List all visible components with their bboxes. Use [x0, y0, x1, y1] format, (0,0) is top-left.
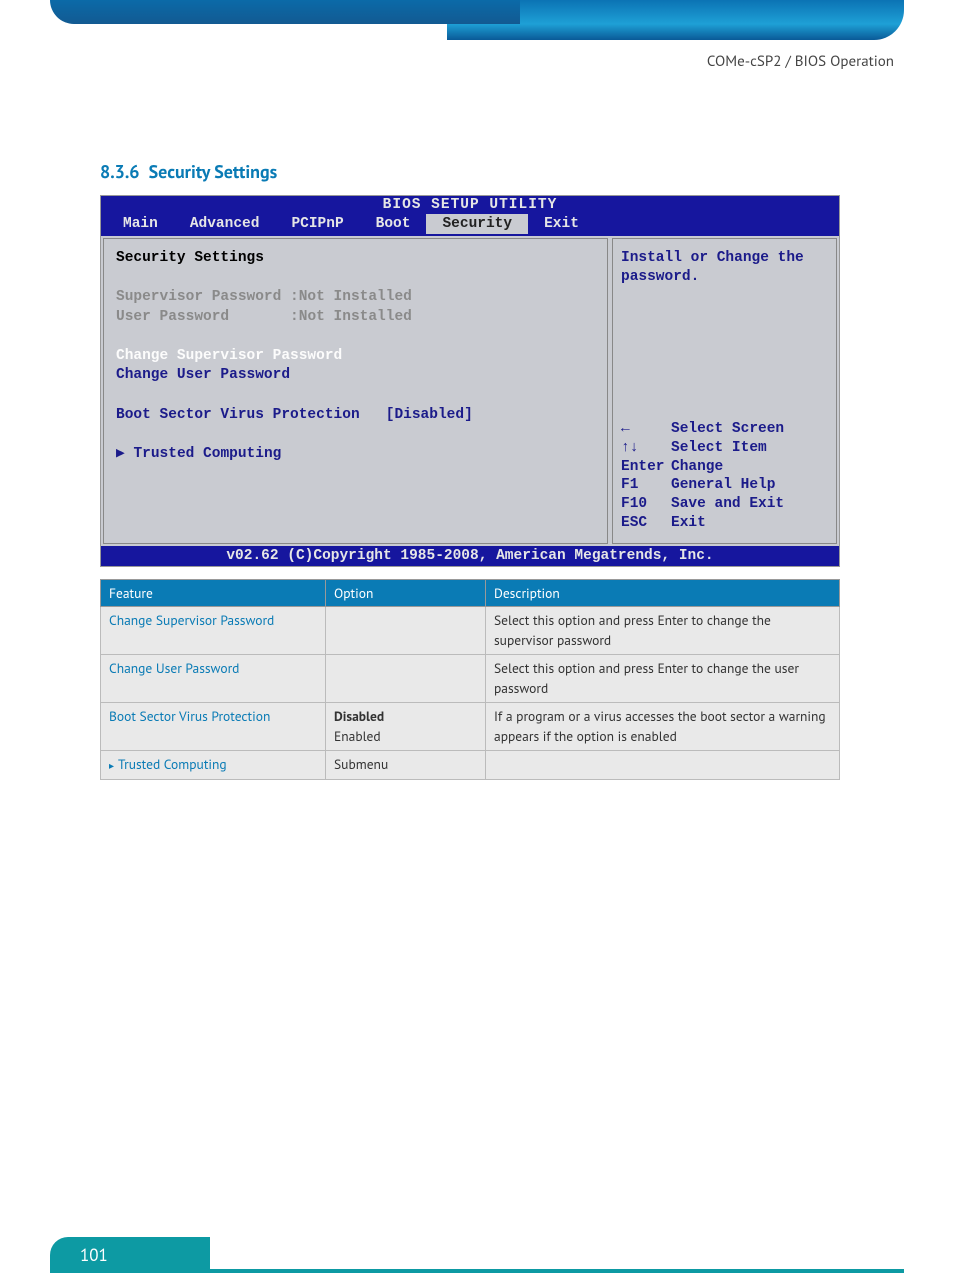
- table-row: Boot Sector Virus Protection Disabled En…: [101, 703, 840, 751]
- tab-pcipnp[interactable]: PCIPnP: [275, 214, 359, 234]
- supervisor-password-row: Supervisor Password :Not Installed: [116, 288, 595, 308]
- bios-screenshot: BIOS SETUP UTILITY Main Advanced PCIPnP …: [100, 195, 840, 567]
- key-select-item: Select Item: [671, 440, 767, 456]
- bios-tabs: Main Advanced PCIPnP Boot Security Exit: [101, 214, 839, 236]
- cell-description: Select this option and press Enter to ch…: [486, 607, 840, 655]
- cell-description: [486, 751, 840, 780]
- feature-text: Trusted Computing: [118, 755, 227, 773]
- cell-option: [326, 607, 486, 655]
- bios-body: Security Settings Supervisor Password :N…: [101, 236, 839, 546]
- tab-boot[interactable]: Boot: [360, 214, 427, 234]
- triangle-right-icon: ▸: [109, 759, 114, 772]
- bottom-accent-line: [200, 1269, 904, 1273]
- tab-main[interactable]: Main: [107, 214, 174, 234]
- th-option: Option: [326, 580, 486, 607]
- description-table: Feature Option Description Change Superv…: [100, 579, 840, 780]
- triangle-right-icon: ▶: [116, 446, 125, 462]
- user-password-row: User Password :Not Installed: [116, 308, 595, 328]
- key-change: Change: [671, 459, 723, 475]
- user-value: :Not Installed: [290, 309, 412, 325]
- key-select-screen: Select Screen: [671, 421, 784, 437]
- top-banner: [50, 0, 904, 45]
- breadcrumb: COMe-cSP2 / BIOS Operation: [707, 52, 894, 71]
- page-number-badge: 101: [50, 1237, 210, 1273]
- supervisor-label: Supervisor Password: [116, 289, 281, 305]
- key-exit: Exit: [671, 515, 706, 531]
- cell-feature: ▸ Trusted Computing: [101, 751, 326, 780]
- option-bold: Disabled: [334, 707, 384, 725]
- option-plain: Enabled: [334, 727, 381, 745]
- banner-left: [50, 0, 520, 24]
- section-heading: 8.3.6 Security Settings: [100, 160, 854, 183]
- key-general-help: General Help: [671, 477, 775, 493]
- boot-sector-row[interactable]: Boot Sector Virus Protection [Disabled]: [116, 406, 595, 426]
- trusted-computing-item[interactable]: ▶ Trusted Computing: [116, 445, 595, 465]
- tab-exit[interactable]: Exit: [528, 214, 595, 234]
- boot-sector-label: Boot Sector Virus Protection: [116, 407, 360, 423]
- key-esc-label: ESC: [621, 514, 671, 533]
- table-row: Change User Password Select this option …: [101, 655, 840, 703]
- change-supervisor-password[interactable]: Change Supervisor Password: [116, 347, 595, 367]
- cell-feature: Boot Sector Virus Protection: [101, 703, 326, 751]
- trusted-label: Trusted Computing: [133, 446, 281, 462]
- table-row: Change Supervisor Password Select this o…: [101, 607, 840, 655]
- banner-right: [477, 0, 904, 40]
- cell-feature: Change Supervisor Password: [101, 607, 326, 655]
- cell-option: Submenu: [326, 751, 486, 780]
- bios-left-panel: Security Settings Supervisor Password :N…: [103, 238, 608, 544]
- supervisor-value: :Not Installed: [290, 289, 412, 305]
- user-label: User Password: [116, 309, 229, 325]
- main-content: 8.3.6 Security Settings BIOS SETUP UTILI…: [100, 160, 854, 780]
- arrow-updown-icon: ↑↓: [621, 439, 671, 458]
- section-title: Security Settings: [149, 160, 278, 183]
- key-save-exit: Save and Exit: [671, 496, 784, 512]
- section-number: 8.3.6: [100, 160, 139, 183]
- cell-description: If a program or a virus accesses the boo…: [486, 703, 840, 751]
- arrow-left-icon: ←: [621, 420, 671, 439]
- cell-option: [326, 655, 486, 703]
- bios-help-text: Install or Change the password.: [621, 249, 828, 287]
- bios-right-panel: Install or Change the password. ←Select …: [612, 238, 837, 544]
- key-enter-label: Enter: [621, 458, 671, 477]
- key-f10-label: F10: [621, 495, 671, 514]
- cell-option: Disabled Enabled: [326, 703, 486, 751]
- table-row: ▸ Trusted Computing Submenu: [101, 751, 840, 780]
- cell-feature: Change User Password: [101, 655, 326, 703]
- bios-footer: v02.62 (C)Copyright 1985-2008, American …: [101, 546, 839, 566]
- change-user-password[interactable]: Change User Password: [116, 366, 595, 386]
- bios-utility-title: BIOS SETUP UTILITY: [101, 196, 839, 214]
- th-description: Description: [486, 580, 840, 607]
- bios-key-legend: ←Select Screen ↑↓Select Item EnterChange…: [621, 420, 828, 533]
- tab-security[interactable]: Security: [426, 214, 528, 234]
- tab-advanced[interactable]: Advanced: [174, 214, 276, 234]
- key-f1-label: F1: [621, 476, 671, 495]
- bios-panel-title: Security Settings: [116, 249, 595, 269]
- cell-description: Select this option and press Enter to ch…: [486, 655, 840, 703]
- boot-sector-value: [Disabled]: [386, 407, 473, 423]
- th-feature: Feature: [101, 580, 326, 607]
